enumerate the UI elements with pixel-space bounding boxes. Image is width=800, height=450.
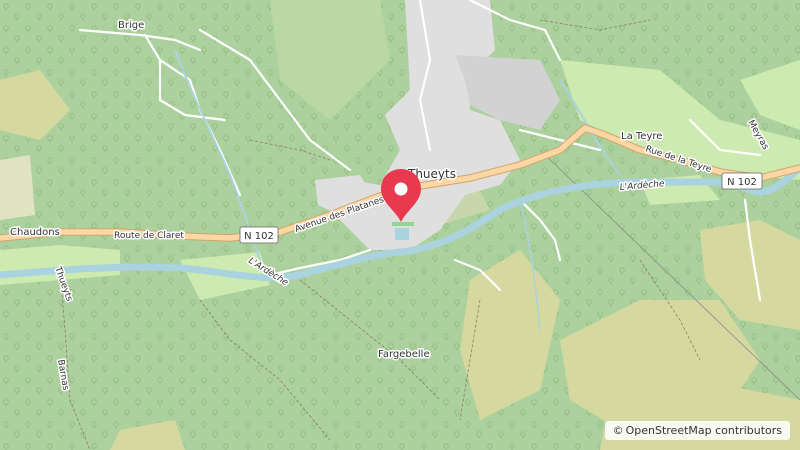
attribution-link[interactable]: OpenStreetMap contributors: [626, 424, 782, 437]
svg-text:N 102: N 102: [244, 231, 274, 242]
map-canvas: Brige Thueyts La Teyre Rue de la Teyre M…: [0, 0, 800, 450]
road-shield-n102-east: N 102: [721, 172, 763, 190]
attribution: © OpenStreetMap contributors: [604, 421, 790, 440]
heath-area: [0, 155, 35, 220]
copyright-symbol: ©: [612, 424, 624, 437]
road-shield-n102-west: N 102: [239, 226, 279, 244]
svg-text:N 102: N 102: [727, 177, 757, 188]
label-la-teyre: La Teyre: [621, 131, 662, 142]
label-brige: Brige: [118, 20, 144, 31]
map-view[interactable]: Brige Thueyts La Teyre Rue de la Teyre M…: [0, 0, 800, 450]
sports-pitch: [392, 222, 414, 226]
label-chaudons: Chaudons: [10, 227, 60, 238]
label-fargebelle: Fargebelle: [378, 349, 430, 360]
label-route-de-claret: Route de Claret: [114, 231, 184, 241]
pool: [395, 228, 409, 240]
